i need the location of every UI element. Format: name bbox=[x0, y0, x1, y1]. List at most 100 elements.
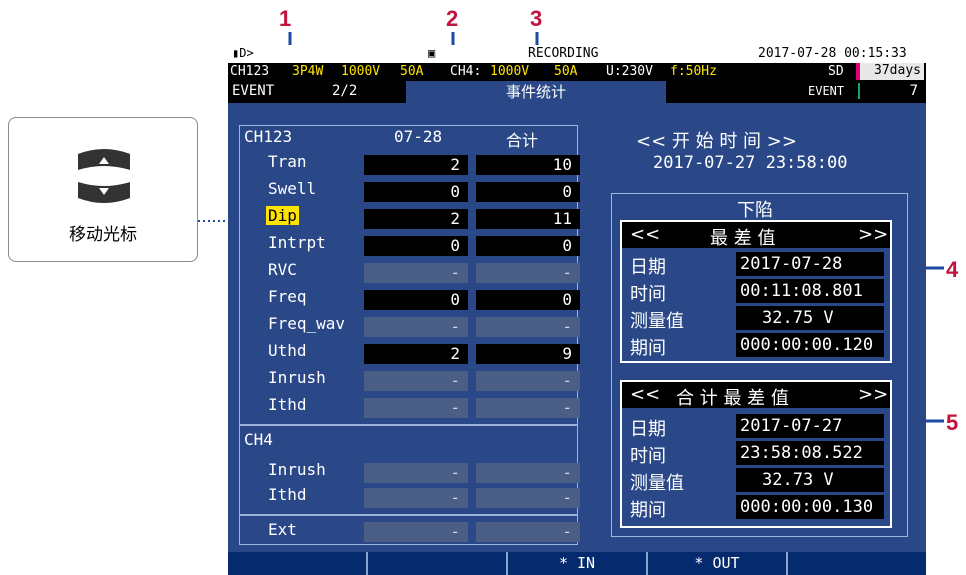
cell-tran-day: 2 bbox=[364, 155, 468, 175]
worst-title: 最 差 值 bbox=[710, 228, 776, 249]
ch4-current: 50A bbox=[554, 64, 578, 79]
cell-ch4-ithd-total: - bbox=[476, 488, 580, 508]
cell-ch4-inrush-total: - bbox=[476, 463, 580, 483]
total-worst-date: 2017-07-27 bbox=[736, 414, 884, 438]
cell-ch4-ithd-day: - bbox=[364, 488, 468, 508]
cursor-updown-icon bbox=[78, 149, 130, 203]
cell-dip-day: 2 bbox=[364, 209, 468, 229]
start-time: 2017-07-27 23:58:00 bbox=[653, 153, 848, 173]
sd-label: SD bbox=[828, 64, 844, 79]
worst-date-label: 日期 bbox=[630, 257, 666, 278]
worst-value-header[interactable]: << 最 差 值 >> bbox=[622, 222, 890, 249]
worst-value-label: 测量值 bbox=[630, 311, 684, 332]
recording-status: RECORDING bbox=[528, 46, 599, 61]
total-worst-next-icon[interactable]: >> bbox=[858, 384, 888, 405]
cell-ext-day: - bbox=[364, 522, 468, 542]
row-label-intrpt[interactable]: Intrpt bbox=[268, 233, 326, 252]
row-label-ch4-ithd[interactable]: Ithd bbox=[268, 485, 307, 504]
ch4-label: CH4: bbox=[450, 64, 482, 79]
cell-intrpt-day: 0 bbox=[364, 236, 468, 256]
row-label-ithd[interactable]: Ithd bbox=[268, 395, 307, 414]
cell-freq_wav-day: - bbox=[364, 317, 468, 337]
cell-swell-day: 0 bbox=[364, 182, 468, 202]
fkey-out[interactable]: * OUT bbox=[648, 552, 788, 575]
cell-uthd-day: 2 bbox=[364, 344, 468, 364]
total-worst-title: 合 计 最 差 值 bbox=[676, 388, 789, 409]
ch-label: CH123 bbox=[230, 64, 270, 79]
cell-freq_wav-total: - bbox=[476, 317, 580, 337]
callout-3: 3 bbox=[530, 6, 543, 31]
row-label-freq[interactable]: Freq bbox=[268, 287, 307, 306]
callout-1: 1 bbox=[279, 6, 292, 31]
group-ch123: CH123 bbox=[244, 127, 293, 146]
ch4-voltage: 1000V bbox=[490, 64, 530, 79]
row-label-uthd[interactable]: Uthd bbox=[268, 341, 307, 360]
worst-duration: 000:00:00.120 bbox=[736, 333, 884, 357]
row-label-swell[interactable]: Swell bbox=[268, 179, 316, 198]
voltage-range: 1000V bbox=[341, 64, 381, 79]
worst-time: 00:11:08.801 bbox=[736, 279, 884, 303]
cell-uthd-total: 9 bbox=[476, 344, 580, 364]
row-label-freq_wav[interactable]: Freq_wav bbox=[268, 314, 345, 333]
row-label-ext[interactable]: Ext bbox=[268, 520, 297, 539]
device-screen: ▮D> ▣ RECORDING 2017-07-28 00:15:33 CH12… bbox=[228, 45, 926, 575]
sd-days: 37days bbox=[856, 63, 924, 80]
worst-value: 32.75 V bbox=[736, 306, 884, 330]
total-worst-value: 32.73 V bbox=[736, 468, 884, 492]
cell-rvc-day: - bbox=[364, 263, 468, 283]
cell-freq-day: 0 bbox=[364, 290, 468, 310]
event-count: 7 bbox=[858, 83, 922, 99]
cell-inrush-total: - bbox=[476, 371, 580, 391]
cell-ithd-day: - bbox=[364, 398, 468, 418]
callout-5: 5 bbox=[946, 410, 959, 435]
total-worst-time-label: 时间 bbox=[630, 446, 666, 467]
status-bar: ▮D> ▣ RECORDING 2017-07-28 00:15:33 bbox=[228, 45, 926, 63]
nominal-frequency: f:50Hz bbox=[670, 64, 717, 79]
total-worst-value-label: 测量值 bbox=[630, 473, 684, 494]
total-worst-date-label: 日期 bbox=[630, 419, 666, 440]
cell-ithd-total: - bbox=[476, 398, 580, 418]
cell-rvc-total: - bbox=[476, 263, 580, 283]
tab-event-statistics[interactable]: 事件统计 bbox=[406, 81, 666, 103]
wiring: 3P4W bbox=[292, 64, 324, 79]
callout-4: 4 bbox=[946, 257, 959, 282]
worst-time-label: 时间 bbox=[630, 284, 666, 305]
wiring-bar: CH123 3P4W 1000V 50A CH4: 1000V 50A U:23… bbox=[228, 63, 926, 81]
worst-value-box: << 最 差 值 >> 日期 2017-07-28 时间 00:11:08.80… bbox=[620, 220, 892, 363]
page-indicator: 2/2 bbox=[332, 83, 358, 99]
cell-inrush-day: - bbox=[364, 371, 468, 391]
row-label-dip[interactable]: Dip bbox=[266, 206, 299, 225]
total-worst-duration: 000:00:00.130 bbox=[736, 495, 884, 519]
cell-freq-total: 0 bbox=[476, 290, 580, 310]
row-label-tran[interactable]: Tran bbox=[268, 152, 307, 171]
total-worst-prev-icon[interactable]: << bbox=[630, 384, 660, 405]
fkey-1[interactable] bbox=[228, 552, 368, 575]
page-bar: EVENT 2/2 事件统计 EVENT 7 bbox=[228, 81, 926, 103]
total-worst-header[interactable]: << 合 计 最 差 值 >> bbox=[622, 382, 890, 409]
fkey-5[interactable] bbox=[788, 552, 926, 575]
start-time-title[interactable]: << 开 始 时 间 >> bbox=[636, 127, 797, 153]
cell-swell-total: 0 bbox=[476, 182, 580, 202]
group-ch4: CH4 bbox=[244, 430, 273, 449]
column-date: 07-28 bbox=[394, 127, 443, 146]
current-range: 50A bbox=[400, 64, 424, 79]
worst-next-icon[interactable]: >> bbox=[858, 224, 888, 245]
row-label-inrush[interactable]: Inrush bbox=[268, 368, 326, 387]
callout-2: 2 bbox=[446, 6, 459, 31]
battery-icon: ▮D> bbox=[232, 46, 254, 60]
worst-date: 2017-07-28 bbox=[736, 252, 884, 276]
screen-name[interactable]: EVENT bbox=[232, 83, 274, 99]
fkey-2[interactable] bbox=[368, 552, 508, 575]
worst-duration-label: 期间 bbox=[630, 338, 666, 359]
cell-intrpt-total: 0 bbox=[476, 236, 580, 256]
sd-card-icon: ▣ bbox=[428, 46, 436, 60]
row-label-rvc[interactable]: RVC bbox=[268, 260, 297, 279]
worst-prev-icon[interactable]: << bbox=[630, 224, 660, 245]
cursor-move-panel: 移动光标 bbox=[8, 117, 198, 262]
fkey-in[interactable]: * IN bbox=[508, 552, 648, 575]
cell-tran-total: 10 bbox=[476, 155, 580, 175]
cell-ext-total: - bbox=[476, 522, 580, 542]
total-worst-duration-label: 期间 bbox=[630, 500, 666, 521]
total-worst-value-box: << 合 计 最 差 值 >> 日期 2017-07-27 时间 23:58:0… bbox=[620, 380, 892, 528]
row-label-ch4-inrush[interactable]: Inrush bbox=[268, 460, 326, 479]
